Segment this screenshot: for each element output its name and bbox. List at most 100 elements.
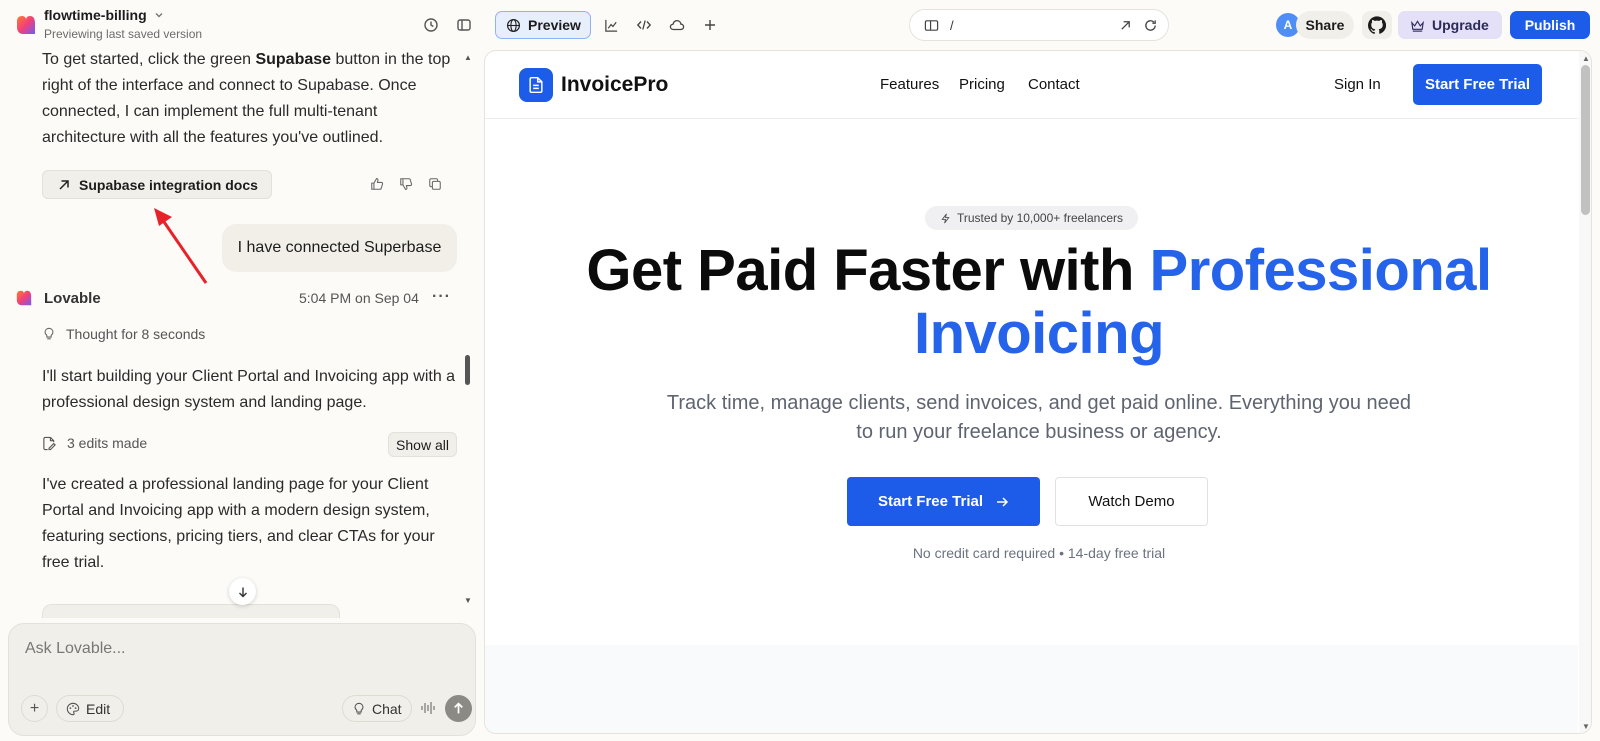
share-button[interactable]: Share — [1296, 11, 1354, 39]
sidebar-toggle-button[interactable] — [451, 12, 477, 38]
device-toggle-button[interactable] — [918, 12, 944, 38]
site-navbar: InvoicePro Features Pricing Contact Sign… — [485, 51, 1578, 119]
assistant-message-intro: To get started, click the green Supabase… — [42, 50, 457, 151]
lightbulb-icon — [44, 327, 54, 340]
docs-button-label: Supabase integration docs — [79, 176, 258, 193]
hero-note: No credit card required • 14-day free tr… — [912, 545, 1166, 561]
preview-label: Preview — [528, 17, 581, 33]
copy-button[interactable] — [425, 174, 445, 194]
edit-label: Edit — [86, 700, 111, 717]
nav-start-trial-button[interactable]: Start Free Trial — [1413, 64, 1542, 105]
hero-title-plain: Get Paid Faster with — [586, 238, 1150, 303]
show-all-button[interactable]: Show all — [388, 432, 457, 457]
trust-badge: Trusted by 10,000+ freelancers — [925, 206, 1138, 230]
edits-label: 3 edits made — [67, 435, 148, 451]
lightbulb-icon — [354, 702, 364, 714]
project-name-dropdown[interactable]: flowtime-billing — [44, 7, 165, 23]
upgrade-button[interactable]: Upgrade — [1398, 11, 1502, 39]
device-icon — [924, 19, 938, 31]
cloud-button[interactable] — [663, 11, 691, 39]
code-button[interactable] — [630, 11, 658, 39]
nav-link-pricing[interactable]: Pricing — [959, 76, 1005, 93]
refresh-icon — [1144, 19, 1156, 31]
palette-icon — [66, 702, 80, 715]
chat-history[interactable]: To get started, click the green Supabase… — [0, 50, 484, 618]
user-message-text: I have connected Superbase — [237, 239, 442, 256]
watch-demo-button[interactable]: Watch Demo — [1055, 477, 1208, 526]
trust-badge-label: Trusted by 10,000+ freelancers — [957, 211, 1123, 225]
project-name: flowtime-billing — [44, 7, 147, 23]
publish-button[interactable]: Publish — [1510, 11, 1590, 39]
refresh-button[interactable] — [1137, 12, 1163, 38]
chat-input[interactable] — [25, 640, 455, 658]
arrow-right-icon — [997, 496, 1009, 507]
message-more-button[interactable]: ··· — [432, 288, 451, 306]
lovable-logo-icon[interactable] — [16, 15, 36, 35]
site-logo[interactable] — [519, 68, 553, 102]
attach-button[interactable]: + — [21, 695, 48, 722]
thumbs-up-icon — [371, 178, 384, 190]
chevron-down-icon — [155, 13, 163, 18]
intro-text-start: To get started, click the green — [42, 51, 256, 68]
chat-composer: + Edit Chat — [8, 623, 476, 736]
top-bar: flowtime-billing Previewing last saved v… — [0, 0, 1600, 50]
assistant-name: Lovable — [44, 290, 101, 307]
history-button[interactable] — [418, 12, 444, 38]
supabase-docs-button[interactable]: Supabase integration docs — [42, 170, 272, 199]
send-button[interactable] — [445, 695, 472, 722]
arrow-up-icon — [454, 702, 463, 714]
lightning-icon — [941, 213, 950, 223]
intro-text-bold: Supabase — [255, 51, 332, 68]
thought-indicator[interactable]: Thought for 8 seconds — [42, 326, 205, 342]
arrow-down-icon — [238, 587, 247, 597]
thumbs-down-button[interactable] — [396, 174, 416, 194]
voice-waveform-icon[interactable] — [420, 699, 436, 717]
preview-scroll-down-arrow-icon[interactable]: ▼ — [1582, 722, 1590, 731]
project-subtitle: Previewing last saved version — [44, 27, 203, 41]
hero-start-trial-label: Start Free Trial — [877, 493, 984, 510]
assistant-message-1: I'll start building your Client Portal a… — [42, 368, 456, 411]
github-button[interactable] — [1362, 11, 1392, 39]
open-external-button[interactable] — [1112, 12, 1138, 38]
thumbs-down-icon — [400, 178, 413, 190]
globe-icon — [506, 18, 521, 32]
nav-link-features[interactable]: Features — [880, 76, 939, 93]
preview-frame[interactable]: InvoicePro Features Pricing Contact Sign… — [484, 50, 1592, 734]
assistant-message-2: I've created a professional landing page… — [42, 476, 435, 571]
document-icon — [529, 76, 543, 94]
open-external-icon — [1120, 20, 1130, 30]
nav-link-contact[interactable]: Contact — [1028, 76, 1080, 93]
chat-mode-button[interactable]: Chat — [342, 695, 412, 722]
hero-start-trial-button[interactable]: Start Free Trial — [847, 477, 1040, 526]
sidebar-toggle-icon — [457, 19, 471, 31]
history-icon — [424, 18, 438, 32]
chat-scrollbar-thumb[interactable] — [465, 355, 470, 385]
sign-in-link[interactable]: Sign In — [1334, 76, 1381, 93]
preview-scrollbar-thumb[interactable] — [1581, 65, 1590, 215]
scroll-down-arrow-icon[interactable]: ▼ — [464, 596, 472, 605]
edit-mode-button[interactable]: Edit — [56, 695, 124, 722]
scroll-up-arrow-icon[interactable]: ▲ — [464, 53, 472, 62]
chat-label: Chat — [372, 700, 402, 717]
cloud-icon — [669, 19, 685, 31]
preview-scroll-up-arrow-icon[interactable]: ▲ — [1582, 54, 1590, 63]
preview-tab-button[interactable]: Preview — [495, 11, 591, 39]
thought-label: Thought for 8 seconds — [66, 326, 206, 342]
hero-subtitle: Track time, manage clients, send invoice… — [666, 392, 1412, 443]
url-path: / — [950, 18, 954, 33]
chat-panel: To get started, click the green Supabase… — [0, 50, 484, 741]
add-tab-button[interactable] — [696, 11, 724, 39]
plus-icon — [705, 20, 715, 30]
site-brand[interactable]: InvoicePro — [561, 73, 668, 97]
thumbs-up-button[interactable] — [367, 174, 387, 194]
url-bar[interactable]: / — [909, 9, 1169, 41]
arrow-up-right-icon — [59, 179, 69, 190]
scroll-to-bottom-button[interactable] — [229, 578, 256, 605]
hero-title: Get Paid Faster with Professional Invoic… — [519, 239, 1559, 365]
file-edit-icon — [43, 436, 56, 450]
edits-summary: 3 edits made — [42, 435, 147, 451]
crown-icon — [1411, 19, 1424, 32]
github-icon — [1368, 16, 1386, 34]
copy-icon — [429, 178, 441, 190]
analytics-button[interactable] — [597, 11, 625, 39]
